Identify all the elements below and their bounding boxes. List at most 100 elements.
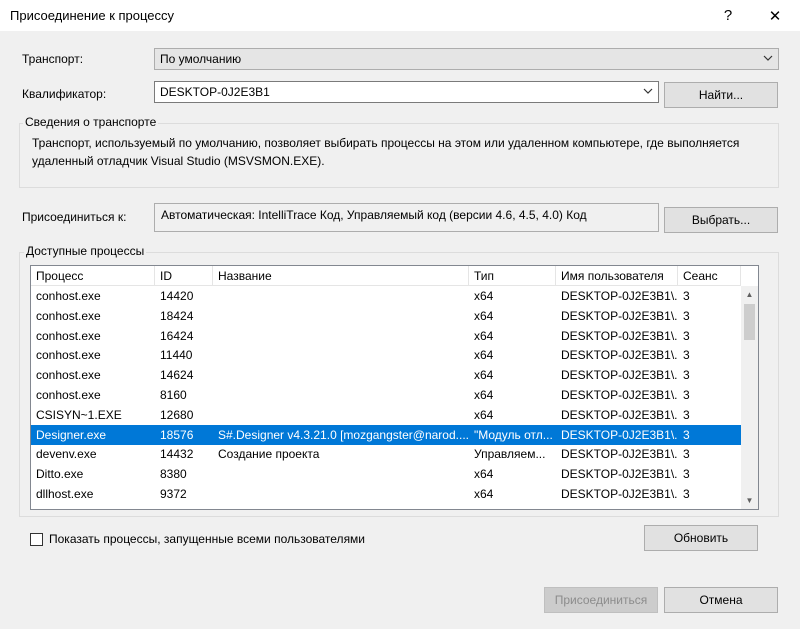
cell-session: 3 — [683, 289, 690, 303]
window-title: Присоединение к процессу — [10, 8, 175, 23]
show-all-users-label: Показать процессы, запущенные всеми поль… — [49, 532, 366, 546]
cell-session: 3 — [683, 427, 690, 442]
cell-process: conhost.exe — [36, 368, 101, 383]
transport-info-label: Сведения о транспорте — [23, 115, 159, 129]
cell-id: 16424 — [160, 328, 194, 343]
cell-id: 8380 — [160, 467, 187, 482]
table-row[interactable]: CSISYN~1.EXE 12680 x64 DESKTOP-0J2E3B1\... 3 — [31, 405, 741, 425]
cell-id: 11440 — [160, 348, 193, 363]
process-list-header: Процесс ID Название Тип Имя пользователя… — [31, 266, 741, 286]
cell-id: 14432 — [160, 447, 194, 462]
table-row[interactable]: conhost.exe 8160 x64 DESKTOP-0J2E3B1\... 3 — [31, 385, 741, 405]
cell-type: x64 — [474, 388, 494, 402]
transport-info-text: Транспорт, используемый по умолчанию, по… — [32, 136, 740, 168]
process-list[interactable]: Процесс ID Название Тип Имя пользователя… — [30, 265, 759, 510]
table-row[interactable]: conhost.exe 18424 x64 DESKTOP-0J2E3B1\... 3 — [31, 306, 741, 326]
cell-title — [213, 345, 469, 365]
cell-process: conhost.exe — [36, 308, 101, 323]
qualifier-combobox[interactable]: DESKTOP-0J2E3B1 — [154, 81, 659, 103]
attach-to-label: Присоединиться к: — [22, 210, 127, 224]
cell-id: 18424 — [160, 308, 194, 323]
cell-process: devenv.exe — [36, 447, 97, 462]
cell-user: DESKTOP-0J2E3B1\... — [561, 467, 678, 482]
cell-session: 3 — [683, 328, 690, 343]
cell-id: 14624 — [160, 368, 194, 383]
title-bar: Присоединение к процессу ? ✕ — [0, 0, 800, 31]
cell-session: 3 — [683, 388, 690, 402]
cell-user: DESKTOP-0J2E3B1\... — [561, 407, 678, 422]
chevron-down-icon[interactable] — [642, 85, 654, 97]
cell-session: 3 — [683, 447, 690, 462]
refresh-button[interactable]: Обновить — [644, 525, 758, 551]
transport-value: По умолчанию — [160, 52, 242, 66]
cell-id: 9372 — [160, 487, 187, 501]
qualifier-value: DESKTOP-0J2E3B1 — [160, 85, 270, 99]
cell-type: x64 — [474, 487, 494, 501]
cell-id: 8160 — [160, 388, 187, 402]
cell-process: conhost.exe — [36, 328, 101, 343]
transport-combobox[interactable]: По умолчанию — [154, 48, 779, 70]
column-header-user[interactable]: Имя пользователя — [556, 266, 678, 286]
cell-title — [213, 286, 469, 306]
column-header-title[interactable]: Название — [213, 266, 469, 286]
cell-type: x64 — [474, 308, 494, 323]
table-row[interactable]: dllhost.exe 9372 x64 DESKTOP-0J2E3B1\... 3 — [31, 484, 741, 504]
cell-process: CSISYN~1.EXE — [36, 407, 122, 422]
show-all-users-option[interactable]: Показать процессы, запущенные всеми поль… — [30, 532, 365, 546]
cell-process: conhost.exe — [36, 388, 101, 402]
table-row[interactable]: conhost.exe 14624 x64 DESKTOP-0J2E3B1\... 3 — [31, 365, 741, 385]
cell-user: DESKTOP-0J2E3B1\... — [561, 308, 678, 323]
cell-type: x64 — [474, 289, 494, 303]
attach-to-field: Автоматическая: IntelliTrace Код, Управл… — [154, 203, 659, 232]
column-header-id[interactable]: ID — [155, 266, 213, 286]
cell-type: x64 — [474, 407, 494, 422]
select-button[interactable]: Выбрать... — [664, 207, 778, 233]
cell-user: DESKTOP-0J2E3B1\... — [561, 328, 678, 343]
table-row[interactable]: devenv.exe 14432 Создание проекта Управляем… — [31, 444, 741, 464]
cell-user: DESKTOP-0J2E3B1\... — [561, 368, 678, 383]
cell-user: DESKTOP-0J2E3B1\... — [561, 388, 678, 402]
cell-process: conhost.exe — [36, 348, 101, 363]
cell-type: x64 — [474, 328, 494, 343]
cell-user: DESKTOP-0J2E3B1\... — [561, 348, 678, 363]
cell-user: DESKTOP-0J2E3B1\... — [561, 447, 678, 462]
show-all-users-checkbox[interactable] — [30, 532, 43, 546]
cell-user: DESKTOP-0J2E3B1\... — [561, 427, 678, 442]
scrollbar-thumb[interactable] — [744, 304, 755, 340]
close-button[interactable]: ✕ — [752, 0, 798, 31]
cell-process: Ditto.exe — [36, 467, 84, 482]
cell-title — [213, 365, 469, 385]
scroll-down-icon[interactable]: ▼ — [741, 492, 758, 509]
cell-type: "Модуль отл... — [474, 427, 553, 442]
table-row[interactable]: conhost.exe 14420 x64 DESKTOP-0J2E3B1\... 3 — [31, 286, 741, 306]
cell-type: x64 — [474, 348, 494, 363]
table-row[interactable]: conhost.exe 16424 x64 DESKTOP-0J2E3B1\... 3 — [31, 326, 741, 346]
column-header-session[interactable]: Сеанс — [678, 266, 741, 286]
table-row[interactable]: Ditto.exe 8380 x64 DESKTOP-0J2E3B1\... 3 — [31, 464, 741, 484]
cell-session: 3 — [683, 348, 690, 363]
cell-id: 12680 — [160, 407, 194, 422]
attach-button[interactable]: Присоединиться — [544, 587, 658, 613]
cell-title — [213, 484, 469, 504]
column-header-process[interactable]: Процесс — [31, 266, 155, 286]
find-button[interactable]: Найти... — [664, 82, 778, 108]
cell-user: DESKTOP-0J2E3B1\... — [561, 289, 678, 303]
cell-session: 3 — [683, 467, 690, 482]
cell-session: 3 — [683, 368, 690, 383]
chevron-down-icon — [763, 55, 773, 61]
help-button[interactable]: ? — [705, 0, 751, 31]
table-row[interactable]: Designer.exe 18576 S#.Designer v4.3.21.0 [… — [31, 424, 741, 445]
cell-title — [213, 464, 469, 484]
cell-title — [213, 405, 469, 425]
scroll-up-icon[interactable]: ▲ — [741, 286, 758, 303]
cell-id: 18576 — [160, 427, 194, 442]
table-row[interactable]: conhost.exe 11440 x64 DESKTOP-0J2E3B1\... 3 — [31, 345, 741, 365]
cell-user: DESKTOP-0J2E3B1\... — [561, 487, 678, 501]
processes-label: Доступные процессы — [24, 244, 147, 258]
cell-process: dllhost.exe — [36, 487, 94, 501]
qualifier-label: Квалификатор: — [22, 87, 107, 101]
column-header-type[interactable]: Тип — [469, 266, 556, 286]
vertical-scrollbar[interactable]: ▲ ▼ — [741, 286, 758, 509]
cancel-button[interactable]: Отмена — [664, 587, 778, 613]
attach-to-value: Автоматическая: IntelliTrace Код, Управл… — [161, 208, 587, 222]
